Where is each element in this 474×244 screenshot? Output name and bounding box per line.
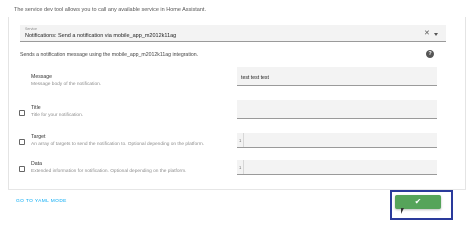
editor-gutter — [243, 160, 244, 174]
service-card: Service Notifications: Send a notificati… — [8, 17, 466, 189]
message-input-value: test test test — [241, 75, 269, 81]
field-data: Data Extended information for notificati… — [19, 158, 439, 180]
help-circle-icon[interactable]: ? — [426, 50, 434, 58]
call-service-button[interactable]: ✔ — [395, 195, 441, 209]
field-title-row: Title Title for your notification. — [19, 100, 439, 122]
field-subtitle: Extended information for notification. O… — [31, 169, 187, 174]
field-subtitle: Message body of the notification. — [31, 82, 102, 87]
field-subtitle: An array of targets to send the notifica… — [31, 142, 205, 147]
target-checkbox[interactable] — [19, 139, 25, 145]
data-yaml-editor[interactable]: 1 — [237, 160, 437, 175]
field-subtitle: Title for your notification. — [31, 113, 84, 118]
yaml-mode-link[interactable]: GO TO YAML MODE — [16, 199, 67, 204]
intro-text: The service dev tool allows you to call … — [14, 7, 206, 13]
title-checkbox[interactable] — [19, 110, 25, 116]
service-description: Sends a notification message using the m… — [20, 52, 199, 58]
line-number: 1 — [239, 138, 242, 143]
field-target: Target An array of targets to send the n… — [19, 131, 439, 153]
title-input[interactable] — [237, 100, 437, 119]
mouse-cursor-icon — [401, 208, 404, 214]
service-dev-tool-page: The service dev tool allows you to call … — [0, 0, 474, 244]
editor-gutter — [243, 133, 244, 147]
chevron-down-icon[interactable] — [434, 33, 438, 36]
line-number: 1 — [239, 165, 242, 170]
field-title: Target — [31, 134, 46, 140]
field-title: Data — [31, 161, 42, 167]
close-icon[interactable]: ✕ — [424, 30, 430, 37]
field-title: Message — [31, 74, 53, 80]
target-yaml-editor[interactable]: 1 — [237, 133, 437, 148]
service-select-value: Notifications: Send a notification via m… — [25, 33, 177, 39]
field-title: Title — [31, 105, 41, 111]
service-select[interactable]: Service Notifications: Send a notificati… — [20, 25, 446, 42]
message-input[interactable]: test test test — [237, 67, 437, 86]
data-checkbox[interactable] — [19, 166, 25, 172]
service-select-label: Service — [25, 27, 37, 31]
checkmark-icon: ✔ — [414, 197, 422, 206]
field-message: Message Message body of the notification… — [19, 67, 439, 89]
